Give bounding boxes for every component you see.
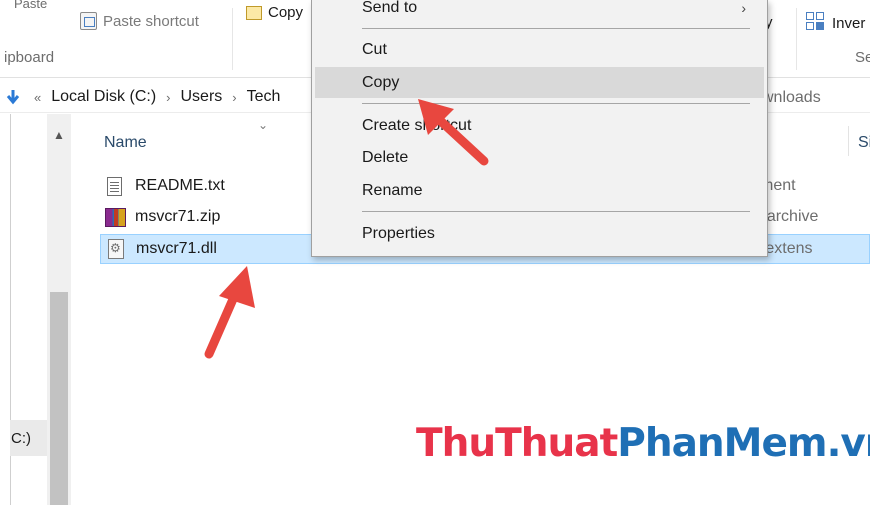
copy-button-label[interactable]: Copy: [268, 4, 303, 21]
menu-item-label: Send to: [362, 0, 418, 16]
file-name: msvcr71.dll: [136, 240, 217, 257]
column-header-name[interactable]: Name: [104, 134, 147, 152]
ribbon-divider: [796, 8, 797, 70]
paste-button-label[interactable]: Paste: [14, 0, 47, 11]
down-arrow-icon[interactable]: [4, 88, 22, 106]
menu-item-send-to[interactable]: Send to ›: [315, 0, 764, 23]
menu-item-label: Properties: [362, 224, 435, 242]
paste-shortcut-button[interactable]: Paste shortcut: [80, 12, 199, 30]
menu-item-label: Rename: [362, 181, 423, 199]
invert-selection-label[interactable]: Inver: [832, 15, 865, 32]
nav-item-local-disk[interactable]: C:): [10, 420, 47, 456]
watermark-part1: ThuThuat: [416, 421, 618, 466]
paste-shortcut-icon: [80, 12, 97, 30]
file-name: README.txt: [135, 177, 225, 194]
text-file-icon: [107, 176, 122, 196]
menu-item-label: Cut: [362, 40, 387, 58]
menu-item-copy[interactable]: Copy: [315, 67, 764, 98]
overflow-crumb-icon[interactable]: «: [34, 90, 41, 105]
annotation-arrow-icon: [418, 99, 489, 166]
menu-separator: [362, 28, 750, 29]
column-header-size[interactable]: Si: [858, 134, 870, 152]
chevron-right-icon: ›: [232, 89, 237, 105]
paste-shortcut-label: Paste shortcut: [103, 12, 199, 30]
chevron-right-icon: ›: [741, 0, 746, 16]
menu-separator: [362, 211, 750, 212]
breadcrumb-tech[interactable]: Tech: [247, 88, 281, 106]
breadcrumb: « Local Disk (C:) › Users › Tech: [34, 88, 280, 106]
breadcrumb-downloads[interactable]: wnloads: [762, 89, 821, 107]
clipboard-group-label: ipboard: [4, 49, 55, 66]
menu-item-properties[interactable]: Properties: [315, 218, 764, 249]
select-group-label: Se: [855, 49, 870, 66]
ribbon-divider: [232, 8, 233, 70]
dll-file-icon: [108, 239, 124, 259]
menu-item-create-shortcut[interactable]: Create shortcut: [315, 110, 764, 141]
watermark-part2: PhanMem.vn: [617, 421, 870, 466]
copy-icon[interactable]: [246, 6, 262, 20]
chevron-right-icon: ›: [166, 89, 171, 105]
file-name: msvcr71.zip: [135, 208, 221, 225]
context-menu: Send to › Cut Copy Create shortcut Delet…: [311, 0, 768, 257]
invert-selection-icon[interactable]: [806, 12, 826, 32]
winrar-archive-icon: [105, 207, 126, 227]
annotation-arrow-icon: [204, 266, 255, 359]
column-divider[interactable]: [848, 126, 849, 156]
breadcrumb-users[interactable]: Users: [180, 88, 222, 106]
menu-item-cut[interactable]: Cut: [315, 34, 764, 65]
sort-chevron-icon: ⌄: [258, 118, 269, 132]
scroll-up-icon[interactable]: ▲: [53, 128, 65, 142]
menu-item-label: Delete: [362, 148, 409, 166]
nav-scrollbar-thumb[interactable]: [50, 292, 68, 505]
watermark: ThuThuatPhanMem.vn: [416, 421, 870, 466]
breadcrumb-local-disk[interactable]: Local Disk (C:): [51, 88, 156, 106]
menu-item-rename[interactable]: Rename: [315, 175, 764, 206]
menu-item-label: Copy: [362, 73, 400, 91]
menu-item-delete[interactable]: Delete: [315, 142, 764, 173]
